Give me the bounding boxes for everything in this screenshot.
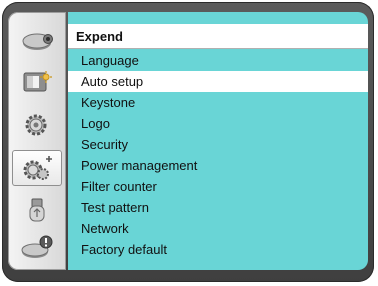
sidebar-item-expend[interactable]: [12, 150, 62, 186]
menu-item-label: Filter counter: [81, 179, 157, 194]
menu-item-label: Power management: [81, 158, 198, 173]
menu-item-label: Logo: [81, 116, 110, 131]
menu-item-power-management[interactable]: Power management: [68, 155, 368, 176]
menu-item-test-pattern[interactable]: Test pattern: [68, 197, 368, 218]
menu-item-label: Auto setup: [81, 74, 144, 89]
menu-item-factory-default[interactable]: Factory default: [68, 239, 368, 260]
menu-item-logo[interactable]: Logo: [68, 113, 368, 134]
menu-item-auto-setup[interactable]: Auto setup: [68, 71, 368, 92]
title-bar: Expend: [68, 24, 368, 49]
menu-item-label: Keystone: [81, 95, 136, 110]
info-icon: [21, 235, 53, 258]
menu-item-network[interactable]: Network: [68, 218, 368, 239]
menu-item-label: Test pattern: [81, 200, 149, 215]
sidebar: [8, 12, 66, 270]
sidebar-item-usb[interactable]: [12, 192, 62, 228]
settings-gear-icon: [25, 114, 47, 136]
sidebar-item-picture[interactable]: [12, 64, 62, 100]
sidebar-item-setting[interactable]: [12, 106, 62, 142]
picture-adjust-icon: [23, 71, 52, 92]
menu-item-label: Security: [81, 137, 128, 152]
menu-item-language[interactable]: Language: [68, 50, 368, 71]
display-icon: [22, 33, 53, 50]
sidebar-item-display[interactable]: [12, 22, 62, 58]
menu-item-label: Factory default: [81, 242, 167, 257]
usb-icon: [29, 198, 45, 222]
menu-item-security[interactable]: Security: [68, 134, 368, 155]
menu-item-label: Network: [81, 221, 129, 236]
menu-list: Language Auto setup Keystone Logo Securi…: [68, 50, 368, 260]
page-title: Expend: [76, 28, 123, 44]
menu-item-keystone[interactable]: Keystone: [68, 92, 368, 113]
menu-item-label: Language: [81, 53, 139, 68]
menu-item-filter-counter[interactable]: Filter counter: [68, 176, 368, 197]
sidebar-item-info[interactable]: [12, 230, 62, 266]
expand-gear-icon: [23, 156, 52, 180]
menu-panel: Expend Language Auto setup Keystone Logo…: [68, 12, 368, 270]
